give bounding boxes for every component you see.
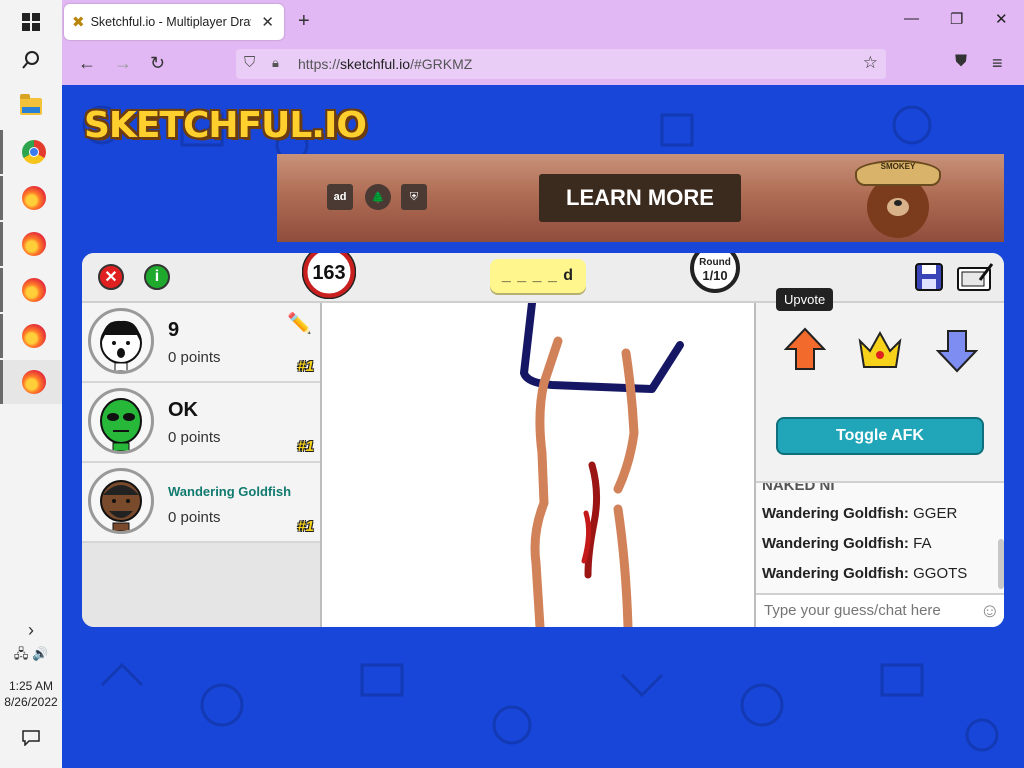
leave-game-icon[interactable]: ✕ <box>98 264 124 290</box>
sketchful-favicon-icon: ✖ <box>72 14 85 31</box>
round-value: 1/10 <box>702 268 728 283</box>
lock-icon[interactable]: 🔒︎ <box>272 55 279 71</box>
word-hint: _ _ _ _ d <box>490 259 586 293</box>
menu-icon[interactable]: ≡ <box>992 53 1003 74</box>
player-name: 9 <box>168 319 180 341</box>
taskbar-clock[interactable]: 1:25 AM 8/26/2022 <box>0 678 62 710</box>
round-label: Round <box>699 257 731 268</box>
sketchful-logo[interactable]: SKETCHFUL.IO <box>84 105 367 146</box>
sketchful-page: SKETCHFUL.IO ad 🌲 ⛨ LEARN MORE SMOKEY ✕ … <box>62 85 1024 768</box>
upvote-arrow-icon[interactable] <box>783 327 827 376</box>
forest-service-seal-icon: 🌲 <box>365 184 391 210</box>
game-top-bar: ✕ i 163 _ _ _ _ d Round 1/10 <box>82 253 1004 303</box>
player-list: 9 0 points ✏️ #1 OK 0 points #1 Wanderin… <box>82 303 322 627</box>
player-points: 0 points <box>168 349 221 366</box>
learn-more-button[interactable]: LEARN MORE <box>539 174 741 222</box>
new-tab-icon[interactable]: + <box>298 10 310 33</box>
toggle-afk-button[interactable]: Toggle AFK <box>776 417 984 455</box>
url-text: https://sketchful.io/#GRKMZ <box>298 56 473 72</box>
chat-input[interactable] <box>762 601 966 620</box>
reload-icon[interactable]: ↻ <box>150 53 165 74</box>
player-card[interactable]: Wandering Goldfish 0 points #1 <box>82 463 320 543</box>
minimize-icon[interactable]: — <box>904 10 919 27</box>
downvote-arrow-icon[interactable] <box>935 329 979 378</box>
player-rank: #1 <box>297 518 314 535</box>
info-icon[interactable]: i <box>144 264 170 290</box>
close-window-icon[interactable]: ✕ <box>995 10 1008 28</box>
timer: 163 <box>301 253 357 300</box>
player-rank: #1 <box>297 438 314 455</box>
ranger-hat: SMOKEY <box>855 160 941 186</box>
firefox-icon[interactable] <box>0 176 65 220</box>
drawing-canvas[interactable] <box>322 299 754 627</box>
pencil-icon: ✏️ <box>287 313 312 335</box>
chat-message: Wandering Goldfish: FA <box>762 535 932 552</box>
close-tab-icon[interactable]: ✕ <box>261 13 274 31</box>
address-bar[interactable]: ⛉ 🔒︎ https://sketchful.io/#GRKMZ ☆ <box>236 49 886 79</box>
chat-scrollbar[interactable] <box>998 539 1004 589</box>
firefox-icon[interactable] <box>0 360 65 404</box>
round-badge: Round 1/10 <box>690 253 740 293</box>
player-card[interactable]: OK 0 points #1 <box>82 383 320 463</box>
crown-icon[interactable] <box>856 329 904 376</box>
avatar <box>88 468 154 534</box>
firefox-icon[interactable] <box>0 314 65 358</box>
drawing-tablet-icon[interactable] <box>956 262 994 297</box>
file-explorer-icon[interactable] <box>0 84 62 128</box>
player-name: OK <box>168 399 198 421</box>
tab-sketchful[interactable]: ✖ Sketchful.io - Multiplayer Drawi ✕ <box>64 4 284 40</box>
avatar <box>88 388 154 454</box>
right-panel: Upvote Toggle AFK NAKED NI Wandering Gol… <box>754 288 1004 627</box>
firefox-icon[interactable] <box>0 268 65 312</box>
game-panel: ✕ i 163 _ _ _ _ d Round 1/10 9 0 points … <box>82 253 1004 627</box>
player-points: 0 points <box>168 429 221 446</box>
chat-input-container: ☺ <box>756 593 1004 627</box>
chat-message: NAKED NI <box>762 481 835 494</box>
player-name: Wandering Goldfish <box>168 484 292 499</box>
ad-council-logo: ad <box>327 184 353 210</box>
advertisement-banner[interactable]: ad 🌲 ⛨ LEARN MORE SMOKEY <box>277 154 1004 242</box>
shield-icon[interactable]: ⛉ <box>244 54 255 71</box>
tab-title: Sketchful.io - Multiplayer Drawi <box>90 15 251 29</box>
forward-icon[interactable]: → <box>114 53 132 74</box>
browser-navigation-bar: ← → ↻ ⛉ 🔒︎ https://sketchful.io/#GRKMZ ☆… <box>62 44 1024 86</box>
pocket-icon[interactable]: ⛊ <box>955 53 967 71</box>
player-rank: #1 <box>297 358 314 375</box>
chrome-icon[interactable] <box>0 130 65 174</box>
emoji-icon[interactable]: ☺ <box>980 600 1000 623</box>
chat-log: NAKED NI Wandering Goldfish: GGER Wander… <box>756 481 1004 593</box>
drawing-strokes <box>520 299 684 627</box>
timer-value: 163 <box>312 262 346 284</box>
save-drawing-icon[interactable] <box>914 262 944 297</box>
avatar <box>88 308 154 374</box>
player-points: 0 points <box>168 509 221 526</box>
bookmark-star-icon[interactable]: ☆ <box>863 53 878 73</box>
clock-time: 1:25 AM <box>8 679 54 693</box>
clock-date: 8/26/2022 <box>4 695 58 709</box>
chat-message: Wandering Goldfish: GGOTS <box>762 565 968 582</box>
back-icon[interactable]: ← <box>78 53 96 74</box>
firefox-icon[interactable] <box>0 222 65 266</box>
windows-taskbar: › 🖧 🔊 1:25 AM 8/26/2022 <box>0 0 65 768</box>
network-icon[interactable]: 🖧 🔊 <box>0 634 62 678</box>
notifications-icon[interactable] <box>0 716 62 760</box>
restore-icon[interactable]: ❐ <box>950 10 963 28</box>
browser-tab-bar: ✖ Sketchful.io - Multiplayer Drawi ✕ + —… <box>62 0 1024 44</box>
forest-service-shield-icon: ⛨ <box>401 184 427 210</box>
upvote-tooltip: Upvote <box>776 288 834 311</box>
chat-message: Wandering Goldfish: GGER <box>762 505 958 522</box>
search-icon[interactable] <box>0 38 62 82</box>
player-card[interactable]: 9 0 points ✏️ #1 <box>82 303 320 383</box>
